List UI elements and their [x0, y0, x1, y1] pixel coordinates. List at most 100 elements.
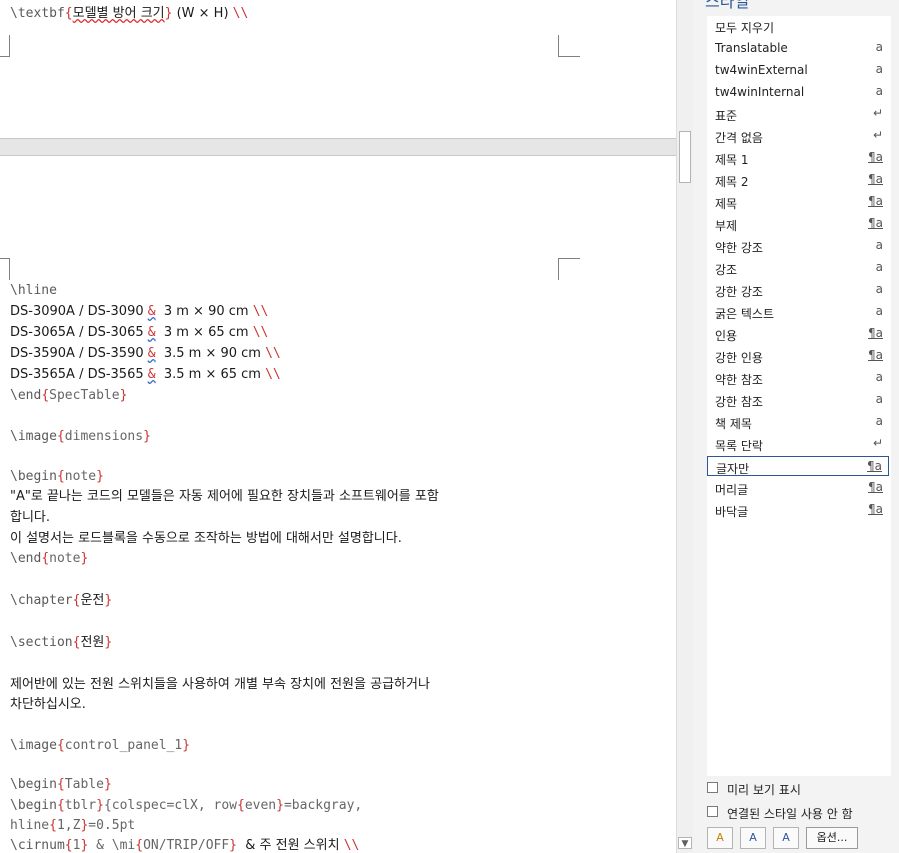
style-item[interactable]: 바닥글 ¶a: [707, 500, 889, 520]
style-item-label: 강한 참조: [715, 395, 763, 409]
doc-line[interactable]: \cirnum{1} & \mi{ON/TRIP/OFF} & 주 전원 스위치…: [10, 838, 359, 853]
style-item-label: 머리글: [715, 483, 749, 497]
doc-line[interactable]: 이 설명서는 로드블록을 수동으로 조작하는 방법에 대해서만 설명합니다.: [10, 531, 402, 547]
style-item-label: 바닥글: [715, 505, 749, 519]
linked-style-icon: ¶a: [868, 502, 883, 516]
options-button[interactable]: 옵션...: [806, 827, 858, 849]
style-item[interactable]: 제목 1 ¶a: [707, 148, 889, 168]
doc-line[interactable]: \section{전원}: [10, 635, 112, 651]
page-corner-mark: [0, 35, 10, 57]
character-style-icon: a: [875, 282, 883, 296]
dimension-value: 3.5 m × 65 cm: [155, 367, 266, 382]
scrollbar-thumb[interactable]: [679, 131, 691, 183]
brace: {: [56, 777, 65, 792]
doc-line[interactable]: \begin{note}: [10, 469, 104, 485]
style-item[interactable]: Translatable a: [707, 38, 889, 58]
style-item[interactable]: tw4winInternal a: [707, 82, 889, 102]
doc-line[interactable]: 합니다.: [10, 510, 50, 526]
doc-line[interactable]: hline{1,Z}=0.5pt: [10, 818, 135, 834]
doc-line[interactable]: \image{control_panel_1}: [10, 738, 190, 754]
style-item[interactable]: tw4winExternal a: [707, 60, 889, 80]
style-item[interactable]: 글자만 ¶a: [707, 456, 889, 476]
doc-line[interactable]: \end{note}: [10, 551, 88, 567]
disable-linked-option[interactable]: 연결된 스타일 사용 안 함: [707, 805, 887, 821]
document-area[interactable]: \textbf{모델별 방어 크기} (W × H) \\ \hline DS-3…: [0, 0, 676, 853]
doc-line[interactable]: DS-3065A / DS-3065 & 3 m × 65 cm \\: [10, 325, 268, 341]
scroll-down-arrow[interactable]: ▼: [678, 837, 692, 849]
show-preview-option[interactable]: 미리 보기 표시: [707, 781, 887, 797]
brace: {: [41, 551, 50, 566]
doc-line[interactable]: 차단하십시오.: [10, 697, 86, 713]
style-item-label: 약한 강조: [715, 241, 763, 255]
style-item[interactable]: 굵은 텍스트 a: [707, 302, 889, 322]
character-style-icon: a: [875, 370, 883, 384]
doc-line[interactable]: \chapter{운전}: [10, 593, 112, 609]
paragraph-text: 제어반에 있는 전원 스위치들을 사용하여 개별 부속 장치에 전원을 공급하거…: [10, 677, 430, 692]
style-item[interactable]: 강한 참조 a: [707, 390, 889, 410]
latex-command: \end: [10, 551, 42, 566]
command-arg: control_panel_1: [64, 738, 183, 753]
style-item-label: tw4winExternal: [715, 63, 808, 77]
style-item[interactable]: 약한 강조 a: [707, 236, 889, 256]
style-item[interactable]: 부제 ¶a: [707, 214, 889, 234]
command-arg: dimensions: [64, 429, 144, 444]
style-item[interactable]: 약한 참조 a: [707, 368, 889, 388]
style-item[interactable]: 강한 강조 a: [707, 280, 889, 300]
doc-line[interactable]: \end{SpecTable}: [10, 388, 127, 404]
line-break: \\: [265, 346, 281, 361]
style-item[interactable]: 강한 인용 ¶a: [707, 346, 889, 366]
character-style-icon: a: [875, 392, 883, 406]
doc-line[interactable]: \hline: [10, 283, 57, 299]
style-inspector-button[interactable]: A: [740, 827, 766, 849]
character-style-icon: a: [875, 260, 883, 274]
doc-line-top[interactable]: \textbf{모델별 방어 크기} (W × H) \\: [10, 6, 248, 22]
line-break: \\: [252, 304, 269, 319]
style-item[interactable]: 책 제목 a: [707, 412, 889, 432]
doc-line[interactable]: DS-3090A / DS-3090 & 3 m × 90 cm \\: [10, 304, 268, 320]
doc-line[interactable]: "A"로 끝나는 코드의 모델들은 자동 제어에 필요한 장치들과 소프트웨어를…: [10, 489, 439, 505]
style-item[interactable]: 목록 단락 ↵: [707, 434, 889, 454]
latex-command: \end: [10, 388, 42, 403]
style-item[interactable]: 제목 2 ¶a: [707, 170, 889, 190]
command-arg: ON/TRIP/OFF: [143, 838, 230, 853]
doc-line[interactable]: DS-3565A / DS-3565 & 3.5 m × 65 cm \\: [10, 367, 281, 383]
page-gap: [0, 138, 676, 156]
style-item[interactable]: 표준 ↵: [707, 104, 889, 124]
linked-style-icon: ¶a: [868, 480, 883, 494]
style-list[interactable]: 모두 지우기 Translatable a tw4winExternal a tw4win…: [707, 16, 891, 776]
page-corner-mark: [558, 35, 580, 57]
manage-styles-button[interactable]: A: [773, 827, 799, 849]
dimension-value: 3 m × 90 cm: [155, 304, 253, 319]
doc-line[interactable]: \begin{Table}: [10, 777, 112, 793]
doc-line[interactable]: 제어반에 있는 전원 스위치들을 사용하여 개별 부속 장치에 전원을 공급하거…: [10, 677, 430, 693]
style-item[interactable]: 제목 ¶a: [707, 192, 889, 212]
style-item-label: 강조: [715, 263, 738, 277]
latex-command: \cirnum: [10, 838, 65, 853]
doc-line[interactable]: \image{dimensions}: [10, 429, 151, 445]
styles-pane-title: 스타일: [705, 0, 750, 11]
style-item[interactable]: 머리글 ¶a: [707, 478, 889, 498]
doc-line[interactable]: \begin{tblr}{colspec=clX, row{even}=back…: [10, 798, 362, 814]
command-arg: 전원: [80, 635, 105, 650]
linked-style-icon: ¶a: [868, 194, 883, 208]
style-item[interactable]: 강조 a: [707, 258, 889, 278]
style-item-label: 제목: [715, 197, 738, 211]
brace: {: [237, 798, 245, 813]
show-preview-label: 미리 보기 표시: [727, 783, 801, 797]
size-text: (W × H): [172, 6, 233, 21]
brace: {: [49, 818, 57, 833]
command-arg: note: [64, 469, 97, 484]
disable-linked-checkbox[interactable]: [707, 806, 718, 817]
vertical-scrollbar[interactable]: ▼: [676, 0, 693, 853]
linked-style-icon: ¶a: [868, 216, 883, 230]
show-preview-checkbox[interactable]: [707, 782, 718, 793]
character-style-icon: a: [875, 304, 883, 318]
latex-command: \image: [10, 738, 57, 753]
doc-line[interactable]: DS-3590A / DS-3590 & 3.5 m × 90 cm \\: [10, 346, 281, 362]
new-style-button[interactable]: A: [707, 827, 733, 849]
brace: }: [229, 838, 237, 853]
style-item[interactable]: 인용 ¶a: [707, 324, 889, 344]
style-item[interactable]: 간격 없음 ↵: [707, 126, 889, 146]
style-item[interactable]: 모두 지우기: [707, 16, 889, 36]
latex-command: \chapter: [10, 593, 73, 608]
